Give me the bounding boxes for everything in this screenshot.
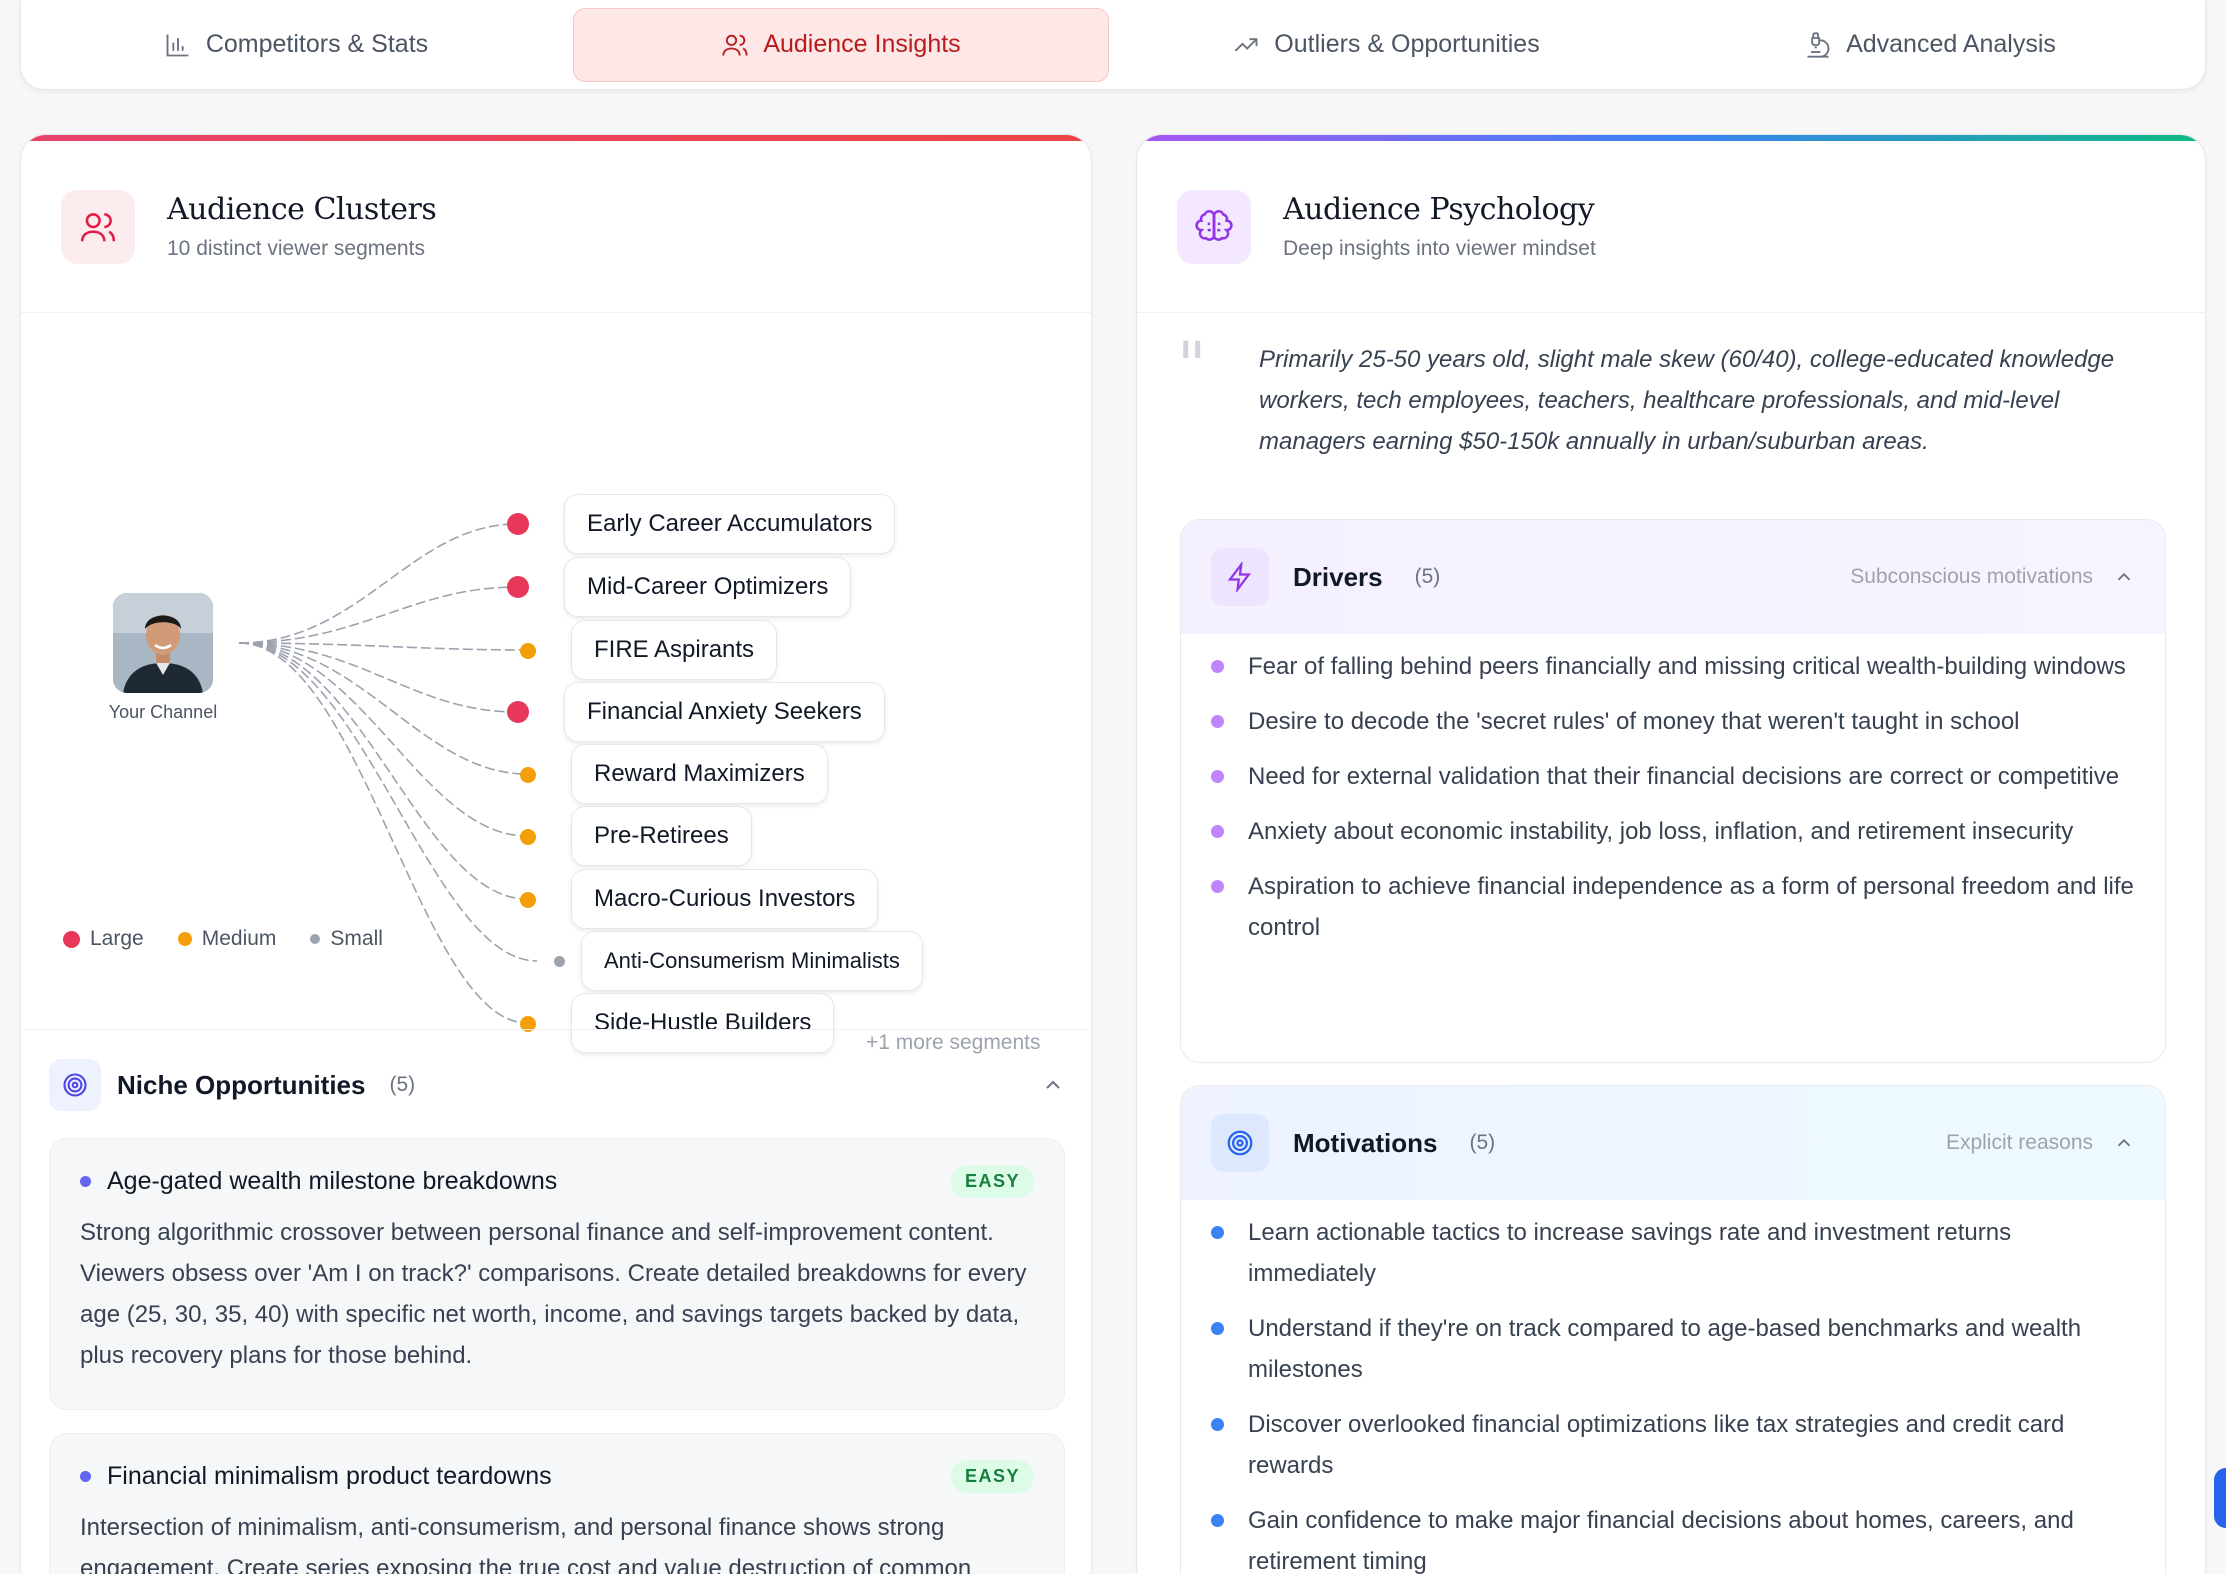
motivations-count: (5) xyxy=(1469,1131,1496,1154)
audience-clusters-card: Audience Clusters 10 distinct viewer seg… xyxy=(20,134,1092,1574)
legend-dot xyxy=(310,934,321,944)
size-legend: Large Medium Small xyxy=(63,927,383,951)
segment-size-dot xyxy=(554,956,565,967)
demographic-quote: " Primarily 25-50 years old, slight male… xyxy=(1177,329,2157,462)
chevron-up-icon[interactable] xyxy=(2113,1132,2135,1154)
drivers-hint: Subconscious motivations xyxy=(1850,565,2093,588)
segment-side-hustle-builders[interactable]: Side-Hustle Builders xyxy=(571,993,835,1053)
drivers-panel: Drivers (5) Subconscious motivations Fea… xyxy=(1180,519,2166,1063)
difficulty-badge: EASY xyxy=(950,1165,1034,1198)
segment-pre-retirees[interactable]: Pre-Retirees xyxy=(571,806,752,866)
tab-outliers-opportunities[interactable]: Outliers & Opportunities xyxy=(1119,8,1653,82)
opportunity-item[interactable]: Financial minimalism product teardowns E… xyxy=(49,1433,1065,1574)
bar-chart-icon xyxy=(166,34,189,56)
floating-widget-button[interactable] xyxy=(2214,1468,2226,1528)
drivers-count: (5) xyxy=(1414,565,1441,588)
trending-up-icon xyxy=(1235,37,1258,51)
card-title: Audience Psychology xyxy=(1283,192,1595,227)
motivations-panel: Motivations (5) Explicit reasons Learn a… xyxy=(1180,1085,2166,1574)
drivers-list: Fear of falling behind peers financially… xyxy=(1181,634,2165,982)
segment-fire-aspirants[interactable]: FIRE Aspirants xyxy=(571,620,778,680)
difficulty-badge: EASY xyxy=(950,1460,1034,1493)
motivations-title: Motivations xyxy=(1293,1127,1438,1158)
legend-small: Small xyxy=(310,927,383,951)
channel-avatar xyxy=(113,593,213,693)
segment-size-dot xyxy=(520,643,536,659)
motivations-list: Learn actionable tactics to increase sav… xyxy=(1181,1200,2165,1574)
card-title: Audience Clusters xyxy=(167,192,437,227)
niche-count: (5) xyxy=(389,1073,416,1096)
segment-reward-maximizers[interactable]: Reward Maximizers xyxy=(571,744,828,804)
card-subtitle: Deep insights into viewer mindset xyxy=(1283,237,1596,260)
list-item: Learn actionable tactics to increase sav… xyxy=(1211,1212,2135,1294)
segment-size-dot xyxy=(507,513,529,535)
segment-early-career-accumulators[interactable]: Early Career Accumulators xyxy=(564,494,896,554)
tab-bar: Competitors & Stats Audience Insights Ou… xyxy=(20,0,2206,90)
channel-label: Your Channel xyxy=(108,702,218,722)
list-item: Need for external validation that their … xyxy=(1211,756,2135,797)
lightning-icon xyxy=(1211,548,1269,606)
opportunity-description: Intersection of minimalism, anti-consume… xyxy=(80,1514,972,1574)
opportunity-title: Financial minimalism product teardowns xyxy=(107,1462,552,1490)
card-header: Audience Clusters 10 distinct viewer seg… xyxy=(21,141,1091,313)
list-item: Discover overlooked financial optimizati… xyxy=(1211,1404,2135,1486)
tab-label: Outliers & Opportunities xyxy=(1274,30,1540,58)
audience-psychology-card: Audience Psychology Deep insights into v… xyxy=(1136,134,2206,1574)
segment-mid-career-optimizers[interactable]: Mid-Career Optimizers xyxy=(564,557,852,617)
list-item: Aspiration to achieve financial independ… xyxy=(1211,866,2135,948)
segment-size-dot xyxy=(507,576,529,598)
legend-large: Large xyxy=(63,927,144,951)
niche-opportunities-header[interactable]: Niche Opportunities (5) xyxy=(49,1057,1065,1113)
list-item: Anxiety about economic instability, job … xyxy=(1211,811,2135,852)
list-item: Gain confidence to make major financial … xyxy=(1211,1500,2135,1574)
legend-label: Medium xyxy=(201,927,277,950)
niche-title: Niche Opportunities xyxy=(117,1069,366,1100)
card-subtitle: 10 distinct viewer segments xyxy=(167,237,425,260)
chevron-up-icon[interactable] xyxy=(1041,1073,1065,1097)
tab-audience-insights[interactable]: Audience Insights xyxy=(573,7,1109,82)
legend-label: Small xyxy=(330,927,383,950)
tab-label: Advanced Analysis xyxy=(1846,30,2056,58)
microscope-icon xyxy=(1807,31,1830,58)
cluster-map: Your Channel Early Career Accumulators M… xyxy=(21,313,1091,1073)
opportunity-item[interactable]: Age-gated wealth milestone breakdowns EA… xyxy=(49,1138,1065,1410)
target-icon xyxy=(49,1059,101,1111)
segment-size-dot xyxy=(520,892,536,908)
target-icon xyxy=(1211,1114,1269,1172)
tab-competitors-stats[interactable]: Competitors & Stats xyxy=(29,8,563,82)
legend-dot xyxy=(63,930,80,948)
list-item: Fear of falling behind peers financially… xyxy=(1211,646,2135,687)
section-divider xyxy=(21,1029,1091,1030)
quote-icon: " xyxy=(1177,329,1207,403)
list-item: Desire to decode the 'secret rules' of m… xyxy=(1211,701,2135,742)
opportunity-description: Strong algorithmic crossover between per… xyxy=(80,1219,1027,1369)
motivations-hint: Explicit reasons xyxy=(1945,1131,2093,1154)
segment-size-dot xyxy=(507,701,529,723)
users-icon xyxy=(61,189,135,264)
legend-dot xyxy=(177,932,192,946)
segment-size-dot xyxy=(520,829,536,845)
motivations-header[interactable]: Motivations (5) Explicit reasons xyxy=(1181,1086,2165,1200)
list-item: Understand if they're on track compared … xyxy=(1211,1308,2135,1390)
tab-advanced-analysis[interactable]: Advanced Analysis xyxy=(1663,8,2197,82)
segment-size-dot xyxy=(520,767,536,783)
more-segments-link[interactable]: +1 more segments xyxy=(866,1031,1041,1055)
opportunity-dot xyxy=(80,1471,91,1482)
quote-text: Primarily 25-50 years old, slight male s… xyxy=(1259,346,2115,455)
drivers-title: Drivers xyxy=(1293,561,1383,592)
legend-label: Large xyxy=(90,927,144,950)
segment-anti-consumerism-minimalists[interactable]: Anti-Consumerism Minimalists xyxy=(581,931,923,991)
chevron-up-icon[interactable] xyxy=(2113,566,2135,588)
card-header: Audience Psychology Deep insights into v… xyxy=(1137,141,2205,313)
tab-label: Competitors & Stats xyxy=(205,30,429,58)
drivers-header[interactable]: Drivers (5) Subconscious motivations xyxy=(1181,520,2165,634)
opportunity-dot xyxy=(80,1176,91,1187)
segment-macro-curious-investors[interactable]: Macro-Curious Investors xyxy=(571,869,879,929)
segment-financial-anxiety-seekers[interactable]: Financial Anxiety Seekers xyxy=(564,682,885,742)
users-icon xyxy=(722,34,748,56)
opportunity-title: Age-gated wealth milestone breakdowns xyxy=(107,1167,558,1195)
brain-icon xyxy=(1177,189,1251,264)
tab-label: Audience Insights xyxy=(763,30,961,58)
legend-medium: Medium xyxy=(177,927,277,951)
